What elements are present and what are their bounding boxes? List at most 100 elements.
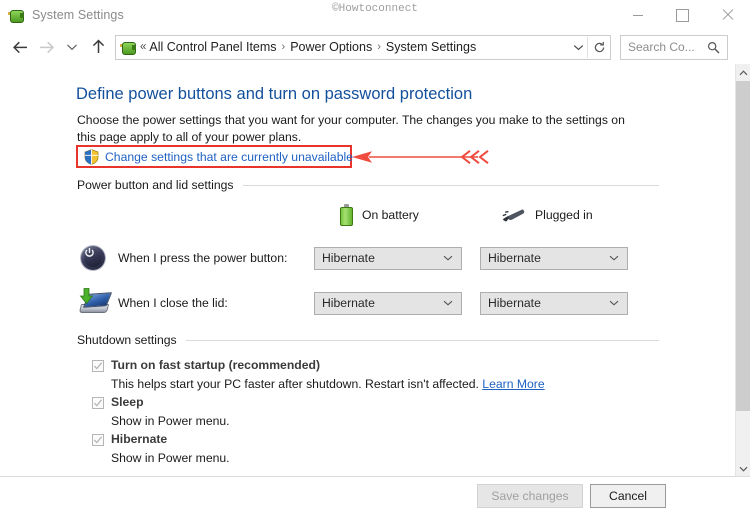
cancel-button[interactable]: Cancel (590, 484, 666, 508)
window-controls (615, 0, 750, 30)
back-arrow-icon (12, 41, 27, 53)
chevron-up-icon (739, 69, 748, 75)
learn-more-link[interactable]: Learn More (482, 377, 544, 391)
uac-link-text[interactable]: Change settings that are currently unava… (105, 150, 353, 164)
content-area: Define power buttons and turn on passwor… (0, 64, 735, 477)
description-sleep: Show in Power menu. (111, 414, 230, 428)
checkmark-icon (93, 362, 103, 370)
setting-label-power-button: When I press the power button: (118, 251, 288, 265)
breadcrumb-overflow[interactable]: « (139, 41, 149, 53)
address-bar[interactable]: « All Control Panel Items › Power Option… (115, 34, 611, 60)
minimize-button[interactable] (615, 0, 660, 30)
search-box[interactable]: Search Co... (620, 34, 728, 60)
minimize-icon (632, 14, 643, 16)
description-fast-startup: This helps start your PC faster after sh… (111, 377, 545, 391)
shutdown-settings-group-label: Shutdown settings (77, 333, 177, 347)
maximize-icon (676, 8, 689, 22)
maximize-button[interactable] (660, 0, 705, 30)
checkbox-sleep[interactable] (92, 397, 104, 409)
combo-close-lid-on-battery-value: Hibernate (322, 296, 375, 310)
footer-bar: Save changes Cancel (0, 476, 750, 515)
group-divider (242, 184, 659, 186)
power-settings-group-header: Power button and lid settings (77, 178, 659, 192)
scroll-up-button[interactable] (736, 64, 750, 81)
address-dropdown-button[interactable] (569, 37, 587, 58)
breadcrumb-item-2[interactable]: System Settings (386, 40, 476, 54)
vertical-scrollbar[interactable] (735, 64, 750, 477)
checkbox-label-hibernate: Hibernate (111, 432, 168, 446)
shield-icon (84, 148, 99, 165)
chevron-down-icon (443, 255, 453, 261)
setting-label-close-lid: When I close the lid: (118, 296, 228, 310)
column-plugged-in: Plugged in (502, 206, 593, 224)
checkbox-fast-startup[interactable] (92, 360, 104, 372)
window-title: System Settings (32, 8, 124, 22)
setting-row-power-button: When I press the power button: Hibernate… (77, 242, 659, 274)
power-button-icon (77, 242, 109, 274)
search-icon (707, 41, 720, 53)
power-options-icon (8, 7, 24, 23)
forward-button[interactable] (33, 34, 59, 60)
chevron-down-icon (739, 466, 748, 472)
page-title: Define power buttons and turn on passwor… (76, 85, 473, 103)
refresh-icon (594, 41, 604, 52)
combo-close-lid-plugged-in[interactable]: Hibernate (480, 291, 628, 315)
recent-locations-button[interactable] (59, 34, 85, 60)
chevron-down-icon (443, 300, 453, 306)
up-button[interactable] (85, 34, 111, 60)
up-arrow-icon (92, 39, 104, 53)
checkbox-row-hibernate[interactable]: Hibernate (92, 432, 167, 446)
page-description: Choose the power settings that you want … (77, 113, 625, 144)
column-on-battery-label: On battery (362, 208, 419, 222)
address-power-options-icon (120, 39, 136, 55)
search-input[interactable]: Search Co... (628, 40, 707, 54)
combo-close-lid-plugged-in-value: Hibernate (488, 296, 541, 310)
scrollbar-thumb[interactable] (736, 81, 750, 411)
setting-row-close-lid: When I close the lid: Hibernate Hibernat… (77, 287, 659, 319)
scroll-down-button[interactable] (736, 460, 750, 477)
chevron-down-icon (573, 44, 583, 50)
annotation-arrow (352, 150, 489, 164)
checkbox-label-fast-startup: Turn on fast startup (recommended) (111, 358, 321, 372)
checkmark-icon (93, 399, 103, 407)
checkbox-hibernate[interactable] (92, 434, 104, 446)
checkmark-icon (93, 436, 103, 444)
navigation-bar: « All Control Panel Items › Power Option… (0, 30, 750, 64)
checkbox-row-sleep[interactable]: Sleep (92, 395, 144, 409)
breadcrumb-separator[interactable]: › (372, 41, 386, 53)
down-arrow-icon (79, 288, 94, 305)
uac-change-settings-link[interactable]: Change settings that are currently unava… (76, 145, 353, 168)
chevron-down-icon (609, 255, 619, 261)
power-plug-icon (502, 206, 526, 224)
back-button[interactable] (7, 34, 33, 60)
breadcrumb-item-1[interactable]: Power Options (290, 40, 372, 54)
column-headers: On battery Plugged in (340, 202, 670, 228)
breadcrumb: « All Control Panel Items › Power Option… (139, 40, 569, 54)
column-plugged-in-label: Plugged in (535, 208, 593, 222)
power-settings-group-label: Power button and lid settings (77, 178, 234, 192)
checkbox-row-fast-startup[interactable]: Turn on fast startup (recommended) (92, 358, 320, 372)
battery-icon (340, 204, 353, 226)
description-hibernate: Show in Power menu. (111, 451, 230, 465)
breadcrumb-separator[interactable]: › (277, 41, 291, 53)
combo-power-button-plugged-in[interactable]: Hibernate (480, 246, 628, 270)
refresh-button[interactable] (587, 36, 610, 58)
group-divider (185, 339, 659, 341)
save-changes-button[interactable]: Save changes (477, 484, 583, 508)
laptop-lid-icon (77, 287, 113, 319)
column-on-battery: On battery (340, 204, 419, 226)
shutdown-settings-group-header: Shutdown settings (77, 333, 659, 347)
combo-close-lid-on-battery[interactable]: Hibernate (314, 291, 462, 315)
combo-power-button-on-battery[interactable]: Hibernate (314, 246, 462, 270)
combo-power-button-plugged-in-value: Hibernate (488, 251, 541, 265)
checkbox-label-sleep: Sleep (111, 395, 144, 409)
power-symbol-icon (84, 248, 94, 257)
forward-arrow-icon (39, 41, 54, 53)
close-icon (722, 9, 734, 21)
combo-power-button-on-battery-value: Hibernate (322, 251, 375, 265)
chevron-down-icon (67, 44, 77, 51)
chevron-down-icon (609, 300, 619, 306)
breadcrumb-item-0[interactable]: All Control Panel Items (149, 40, 276, 54)
description-fast-startup-text: This helps start your PC faster after sh… (111, 377, 479, 391)
close-button[interactable] (705, 0, 750, 30)
